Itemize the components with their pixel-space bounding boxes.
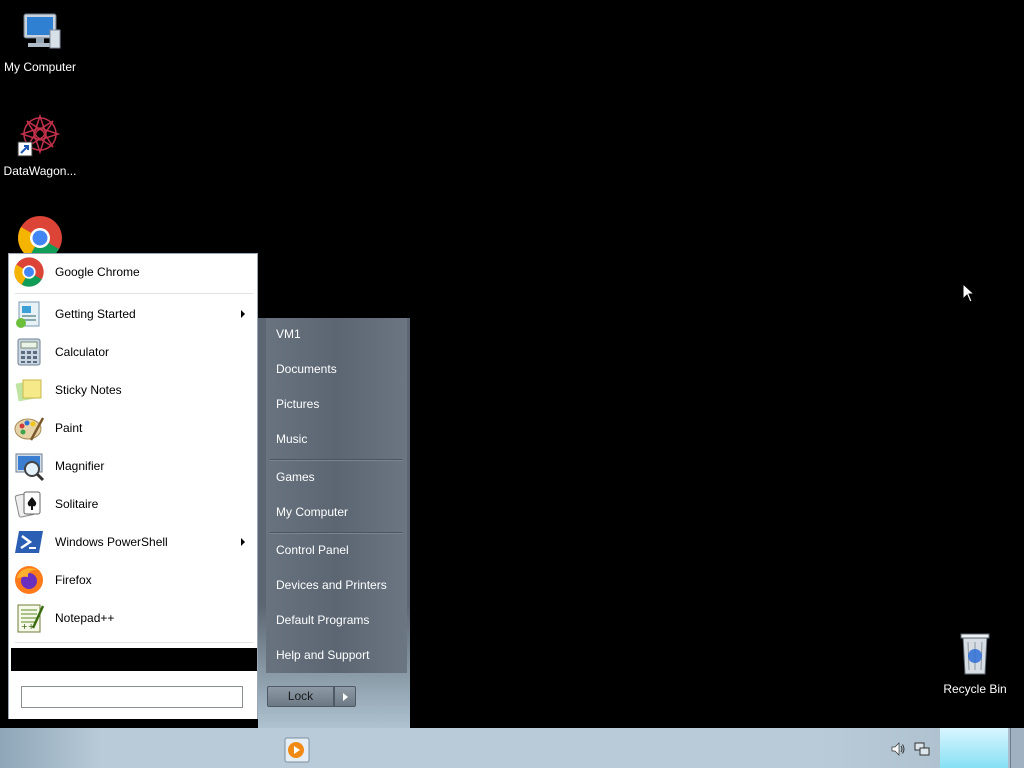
solitaire-icon: [13, 488, 45, 520]
right-item-devices-and-printers[interactable]: Devices and Printers: [276, 578, 387, 592]
desktop-icon-chrome[interactable]: [0, 214, 80, 254]
lock-options-button[interactable]: [334, 686, 356, 707]
right-item-music[interactable]: Music: [276, 432, 307, 446]
menu-item-label: Paint: [55, 421, 83, 435]
computer-icon: [16, 8, 64, 56]
desktop-icon-label: My Computer: [3, 60, 77, 74]
desktop-icon-datawagon[interactable]: DataWagon...: [0, 112, 80, 178]
calculator-icon: [13, 336, 45, 368]
menu-item-label: Windows PowerShell: [55, 535, 168, 549]
menu-item-solitaire[interactable]: Solitaire: [9, 486, 257, 522]
right-item-my-computer[interactable]: My Computer: [276, 505, 348, 519]
sticky-notes-icon: [13, 374, 45, 406]
menu-item-magnifier[interactable]: Magnifier: [9, 448, 257, 484]
right-item-vm1[interactable]: VM1: [276, 327, 301, 341]
taskbar: [0, 728, 1024, 768]
right-item-help-and-support[interactable]: Help and Support: [276, 648, 369, 662]
magnifier-icon: [13, 450, 45, 482]
menu-item-getting-started[interactable]: Getting Started: [9, 296, 257, 332]
powershell-icon: [13, 526, 45, 558]
divider: [270, 459, 402, 461]
menu-item-label: Getting Started: [55, 307, 136, 321]
all-programs-bar[interactable]: [11, 648, 257, 671]
divider: [15, 293, 253, 294]
menu-item-sticky-notes[interactable]: Sticky Notes: [9, 372, 257, 408]
chrome-icon: [16, 214, 64, 254]
menu-item-notepadpp[interactable]: ++ Notepad++: [9, 600, 257, 636]
divider: [15, 642, 253, 643]
divider: [270, 532, 402, 534]
volume-icon[interactable]: [890, 741, 906, 757]
menu-item-label: Firefox: [55, 573, 92, 587]
firefox-icon: [13, 564, 45, 596]
menu-item-calculator[interactable]: Calculator: [9, 334, 257, 370]
submenu-arrow-icon: [241, 310, 245, 318]
lock-button[interactable]: Lock: [267, 686, 334, 707]
menu-item-firefox[interactable]: Firefox: [9, 562, 257, 598]
menu-item-google-chrome[interactable]: Google Chrome: [9, 254, 257, 290]
svg-text:++: ++: [21, 622, 34, 631]
menu-item-label: Notepad++: [55, 611, 115, 625]
desktop-icon-label: DataWagon...: [3, 164, 77, 178]
menu-item-label: Sticky Notes: [55, 383, 122, 397]
chevron-right-icon: [343, 693, 348, 701]
right-item-documents[interactable]: Documents: [276, 362, 337, 376]
datawagon-icon: [16, 112, 64, 160]
desktop-icon-my-computer[interactable]: My Computer: [0, 8, 80, 74]
mouse-cursor-icon: [962, 283, 976, 303]
menu-item-label: Solitaire: [55, 497, 99, 511]
show-desktop-button[interactable]: [1010, 728, 1024, 768]
desktop-icon-label: Recycle Bin: [943, 682, 1007, 696]
menu-item-label: Calculator: [55, 345, 110, 359]
show-desktop-area[interactable]: [940, 728, 1008, 768]
right-item-pictures[interactable]: Pictures: [276, 397, 319, 411]
right-item-games[interactable]: Games: [276, 470, 315, 484]
right-item-control-panel[interactable]: Control Panel: [276, 543, 349, 557]
submenu-arrow-icon: [241, 538, 245, 546]
menu-item-paint[interactable]: Paint: [9, 410, 257, 446]
start-menu-programs-pane: Google Chrome Getting Started Calculator…: [8, 253, 258, 719]
menu-item-label: Magnifier: [55, 459, 105, 473]
getting-started-icon: [13, 298, 45, 330]
notepadpp-icon: ++: [13, 602, 45, 634]
network-icon[interactable]: [914, 741, 930, 757]
desktop-icon-recycle-bin[interactable]: Recycle Bin: [935, 630, 1015, 696]
right-item-default-programs[interactable]: Default Programs: [276, 613, 369, 627]
paint-icon: [13, 412, 45, 444]
menu-item-windows-powershell[interactable]: Windows PowerShell: [9, 524, 257, 560]
media-player-icon: [284, 737, 310, 763]
menu-item-label: Google Chrome: [55, 265, 140, 279]
search-input[interactable]: [21, 686, 243, 708]
taskbar-media-player-button[interactable]: [284, 737, 310, 763]
chrome-icon: [13, 256, 45, 288]
recycle-bin-icon: [951, 630, 999, 678]
